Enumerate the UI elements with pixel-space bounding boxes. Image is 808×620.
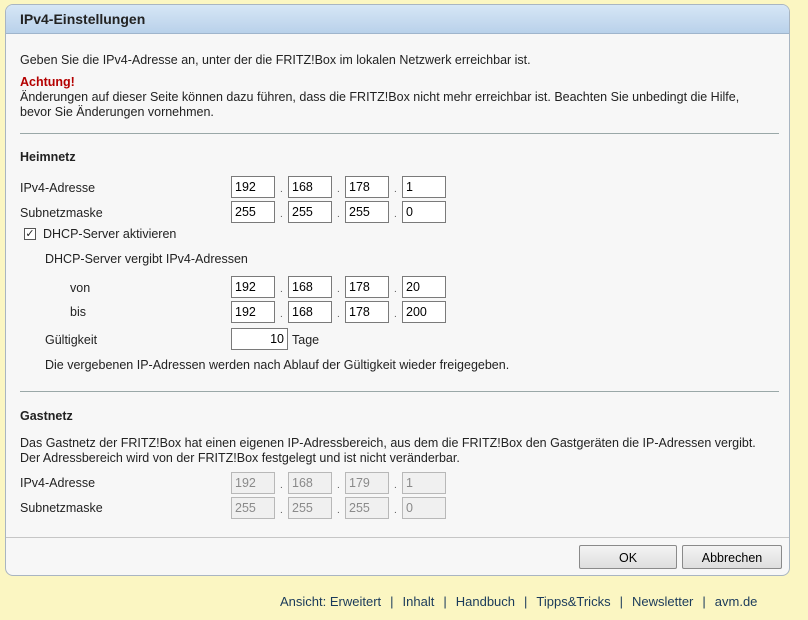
subnet-octet-4[interactable] — [402, 201, 446, 223]
footer-links: Ansicht: Erweitert | Inhalt | Handbuch | Tipps… — [280, 594, 757, 609]
bis-octet-1[interactable] — [231, 301, 275, 323]
divider — [20, 133, 779, 134]
dot-sep: . — [394, 505, 397, 516]
ipv4-octet-1[interactable] — [231, 176, 275, 198]
footer-link-view[interactable]: Ansicht: Erweitert — [280, 594, 381, 609]
footer-link-content[interactable]: Inhalt — [403, 594, 435, 609]
gast-ipv4-label: IPv4-Adresse — [20, 476, 96, 490]
footer-link-avm[interactable]: avm.de — [715, 594, 758, 609]
subnet-octet-3[interactable] — [345, 201, 389, 223]
dot-sep: . — [280, 209, 283, 220]
dhcp-label: DHCP-Server aktivieren — [43, 227, 177, 241]
dot-sep: . — [337, 309, 340, 320]
gast-ipv4-octet-1 — [231, 472, 275, 494]
gast-subnet-octet-4 — [402, 497, 446, 519]
gast-subnet-octet-1 — [231, 497, 275, 519]
dot-sep: . — [394, 209, 397, 220]
footer-separator: | — [390, 594, 394, 609]
ipv4-octet-3[interactable] — [345, 176, 389, 198]
ok-button[interactable]: OK — [579, 545, 677, 569]
footer-link-tips[interactable]: Tipps&Tricks — [536, 594, 610, 609]
validity-unit: Tage — [292, 333, 320, 347]
footer-link-manual[interactable]: Handbuch — [456, 594, 515, 609]
panel-title: IPv4-Einstellungen — [6, 5, 789, 34]
von-octet-2[interactable] — [288, 276, 332, 298]
dot-sep: . — [394, 480, 397, 491]
dot-sep: . — [337, 184, 340, 195]
footer-separator: | — [619, 594, 623, 609]
gast-ipv4-octet-2 — [288, 472, 332, 494]
bis-octet-3[interactable] — [345, 301, 389, 323]
button-bar-divider — [6, 537, 789, 538]
bis-octet-4[interactable] — [402, 301, 446, 323]
divider — [20, 391, 779, 392]
subnet-octet-1[interactable] — [231, 201, 275, 223]
footer-link-newsletter[interactable]: Newsletter — [632, 594, 693, 609]
dot-sep: . — [280, 480, 283, 491]
dot-sep: . — [394, 309, 397, 320]
warning-title: Achtung! — [20, 75, 75, 89]
von-label: von — [70, 281, 91, 295]
ipv4-octet-2[interactable] — [288, 176, 332, 198]
von-octet-1[interactable] — [231, 276, 275, 298]
dot-sep: . — [280, 505, 283, 516]
von-octet-3[interactable] — [345, 276, 389, 298]
validity-note: Die vergebenen IP-Adressen werden nach A… — [45, 358, 510, 372]
gast-subnet-octet-3 — [345, 497, 389, 519]
dot-sep: . — [337, 505, 340, 516]
gastnetz-desc-line2: Der Adressbereich wird von der FRITZ!Box… — [20, 451, 460, 465]
dot-sep: . — [280, 284, 283, 295]
dhcp-range-label: DHCP-Server vergibt IPv4-Adressen — [45, 252, 248, 266]
ipv4-octet-4[interactable] — [402, 176, 446, 198]
gast-ipv4-octet-4 — [402, 472, 446, 494]
dot-sep: . — [280, 184, 283, 195]
validity-input[interactable] — [231, 328, 288, 350]
gast-ipv4-octet-3 — [345, 472, 389, 494]
footer-separator: | — [524, 594, 528, 609]
bis-label: bis — [70, 305, 86, 319]
subnet-octet-2[interactable] — [288, 201, 332, 223]
bis-octet-2[interactable] — [288, 301, 332, 323]
validity-label: Gültigkeit — [45, 333, 98, 347]
dot-sep: . — [337, 284, 340, 295]
intro-text: Geben Sie die IPv4-Adresse an, unter der… — [20, 53, 531, 67]
dot-sep: . — [280, 309, 283, 320]
gastnetz-heading: Gastnetz — [20, 409, 73, 423]
gast-subnet-octet-2 — [288, 497, 332, 519]
warning-text-line2: bevor Sie Änderungen vornehmen. — [20, 105, 214, 119]
gastnetz-desc-line1: Das Gastnetz der FRITZ!Box hat einen eig… — [20, 436, 756, 450]
footer-separator: | — [702, 594, 706, 609]
dot-sep: . — [337, 480, 340, 491]
dot-sep: . — [337, 209, 340, 220]
warning-text-line1: Änderungen auf dieser Seite können dazu … — [20, 90, 740, 104]
dot-sep: . — [394, 184, 397, 195]
gast-subnet-label: Subnetzmaske — [20, 501, 103, 515]
dot-sep: . — [394, 284, 397, 295]
cancel-button[interactable]: Abbrechen — [682, 545, 782, 569]
settings-panel: IPv4-Einstellungen Geben Sie die IPv4-Ad… — [5, 4, 790, 576]
footer-separator: | — [443, 594, 447, 609]
heimnetz-heading: Heimnetz — [20, 150, 76, 164]
dhcp-checkbox[interactable]: ✓ — [24, 228, 36, 240]
ipv4-label: IPv4-Adresse — [20, 181, 96, 195]
subnet-label: Subnetzmaske — [20, 206, 103, 220]
von-octet-4[interactable] — [402, 276, 446, 298]
